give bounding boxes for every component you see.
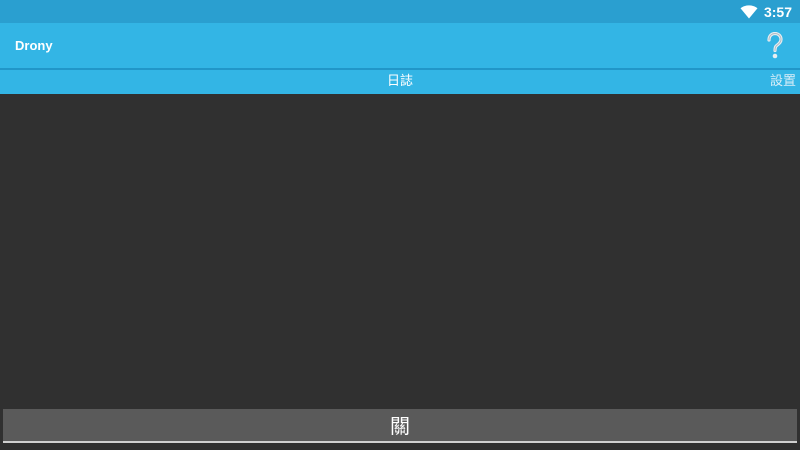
app-bar: Drony bbox=[0, 23, 800, 68]
tab-log[interactable]: 日誌 bbox=[360, 70, 440, 94]
log-area[interactable] bbox=[0, 94, 800, 450]
tab-bar: 日誌 設置 bbox=[0, 70, 800, 94]
status-time: 3:57 bbox=[763, 3, 792, 20]
status-icons: 3:57 bbox=[740, 0, 792, 23]
help-icon bbox=[765, 32, 785, 60]
toggle-button[interactable]: 關 bbox=[3, 409, 797, 443]
help-button[interactable] bbox=[764, 31, 786, 61]
tab-settings[interactable]: 設置 bbox=[770, 70, 800, 94]
status-bar: 3:57 bbox=[0, 0, 800, 23]
wifi-icon bbox=[740, 4, 758, 19]
app-title: Drony bbox=[15, 38, 53, 53]
